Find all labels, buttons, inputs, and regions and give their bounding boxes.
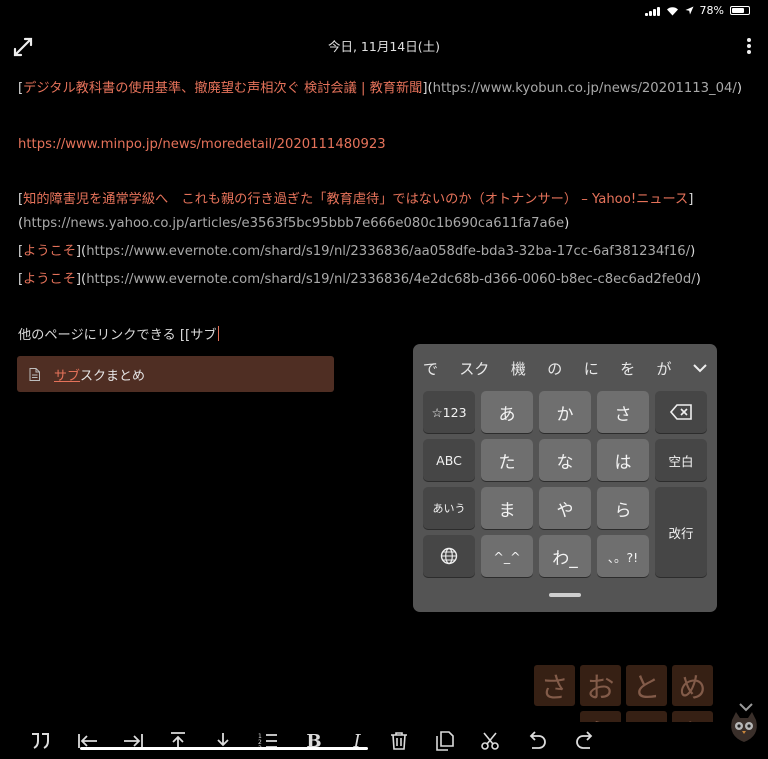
- bracket: ](: [75, 272, 87, 287]
- bracket: ): [690, 244, 696, 259]
- candidate[interactable]: で: [423, 358, 438, 379]
- undo-icon: [529, 731, 546, 749]
- note-line: [知的障害児を通常学級へ これも親の行き過ぎた「教育虐待」ではないのか（オトナン…: [18, 189, 753, 211]
- undo-button[interactable]: [525, 730, 549, 752]
- key-wa[interactable]: わ_: [539, 535, 591, 577]
- copy-icon: [436, 731, 454, 751]
- symbols-key[interactable]: ☆123: [423, 391, 475, 433]
- candidate[interactable]: に: [584, 358, 599, 379]
- suggestion-rest: スクまとめ: [80, 368, 146, 384]
- quote-button[interactable]: [28, 730, 52, 752]
- candidate[interactable]: 機: [511, 358, 526, 379]
- delete-backward-icon: [670, 404, 692, 420]
- home-indicator: [80, 747, 368, 750]
- punctuation-key[interactable]: 、。?!: [597, 535, 649, 577]
- page-link-suggestion[interactable]: サブ スクまとめ: [17, 356, 334, 392]
- key-a[interactable]: あ: [481, 391, 533, 433]
- link-title[interactable]: ようこそ: [23, 244, 76, 259]
- note-line: [ようこそ](https://www.evernote.com/shard/s1…: [18, 241, 753, 263]
- key-ha[interactable]: は: [597, 439, 649, 481]
- globe-icon: [440, 547, 458, 565]
- wifi-icon: [666, 6, 678, 15]
- text-cursor: [217, 326, 219, 341]
- link-url[interactable]: https://www.evernote.com/shard/s19/nl/23…: [86, 244, 690, 259]
- location-icon: [685, 6, 694, 15]
- bracket: ]: [688, 192, 694, 207]
- note-line: [デジタル教科書の使用基準、撤廃望む声相次ぐ 検討会議 | 教育新聞](http…: [18, 78, 753, 100]
- chevron-down-icon[interactable]: [693, 363, 707, 373]
- watermark-char: め: [672, 665, 713, 706]
- bracket: ): [564, 216, 570, 231]
- link-title[interactable]: デジタル教科書の使用基準、撤廃望む声相次ぐ 検討会議 | 教育新聞: [23, 81, 422, 96]
- note-line: https://www.minpo.jp/news/moredetail/202…: [18, 134, 753, 156]
- key-ya[interactable]: や: [539, 487, 591, 529]
- trash-icon: [391, 732, 407, 750]
- cellular-signal-icon: [644, 6, 660, 16]
- key-sa[interactable]: さ: [597, 391, 649, 433]
- link-url[interactable]: https://www.minpo.jp/news/moredetail/202…: [18, 137, 386, 152]
- quote-icon: [32, 733, 49, 749]
- space-key[interactable]: 空白: [655, 439, 707, 481]
- globe-key[interactable]: [423, 535, 475, 577]
- note-line: [ようこそ](https://www.evernote.com/shard/s1…: [18, 269, 753, 291]
- suggestion-match: サブ: [54, 368, 81, 384]
- link-title[interactable]: ようこそ: [23, 272, 76, 287]
- candidate[interactable]: が: [657, 358, 672, 379]
- note-line: (https://news.yahoo.co.jp/articles/e3563…: [18, 213, 753, 235]
- candidate[interactable]: スク: [459, 358, 489, 379]
- floating-keyboard: で スク 機 の に を が ☆123 あ か さ ABC た な は 空白 あ…: [413, 344, 717, 612]
- redo-icon: [576, 731, 593, 749]
- key-ta[interactable]: た: [481, 439, 533, 481]
- cut-button[interactable]: [478, 730, 502, 752]
- delete-key[interactable]: [655, 391, 707, 433]
- battery-icon: [730, 6, 750, 15]
- status-bar: 78%: [644, 4, 750, 17]
- candidate-bar: で スク 機 の に を が: [423, 356, 707, 380]
- link-title[interactable]: 知的障害児を通常学級へ これも親の行き過ぎた「教育虐待」ではないのか（オトナンサ…: [23, 192, 688, 207]
- redo-button[interactable]: [573, 730, 597, 752]
- bracket: ): [695, 272, 701, 287]
- bracket: ): [736, 81, 743, 96]
- copy-button[interactable]: [433, 730, 457, 752]
- owl-logo-icon: [731, 712, 757, 742]
- scissors-icon: [481, 732, 499, 750]
- link-url[interactable]: https://www.evernote.com/shard/s19/nl/23…: [86, 272, 696, 287]
- return-key[interactable]: 改行: [655, 487, 707, 577]
- link-url[interactable]: https://www.kyobun.co.jp/news/20201113_0…: [433, 81, 737, 96]
- watermark-char: さ: [534, 665, 575, 706]
- keyboard-drag-handle[interactable]: [549, 593, 581, 597]
- document-icon: [29, 367, 40, 381]
- key-ma[interactable]: ま: [481, 487, 533, 529]
- link-url[interactable]: https://news.yahoo.co.jp/articles/e3563f…: [23, 216, 564, 231]
- battery-percent: 78%: [699, 4, 724, 17]
- emoticon-key[interactable]: ^_^: [481, 535, 533, 577]
- more-vertical-icon[interactable]: [744, 36, 754, 56]
- key-na[interactable]: な: [539, 439, 591, 481]
- note-date-title: 今日, 11月14日(土): [327, 39, 440, 54]
- candidate[interactable]: を: [620, 358, 635, 379]
- key-ra[interactable]: ら: [597, 487, 649, 529]
- key-ka[interactable]: か: [539, 391, 591, 433]
- bracket: ](: [75, 244, 87, 259]
- watermark-char: と: [626, 665, 667, 706]
- format-toolbar: 123 B I: [0, 722, 768, 759]
- watermark-char: お: [580, 665, 621, 706]
- note-body[interactable]: [デジタル教科書の使用基準、撤廃望む声相次ぐ 検討会議 | 教育新聞](http…: [18, 78, 753, 347]
- bracket: ](: [422, 81, 433, 96]
- delete-button[interactable]: [387, 730, 411, 752]
- candidate[interactable]: の: [547, 358, 562, 379]
- kana-key[interactable]: あいう: [423, 487, 475, 529]
- abc-key[interactable]: ABC: [423, 439, 475, 481]
